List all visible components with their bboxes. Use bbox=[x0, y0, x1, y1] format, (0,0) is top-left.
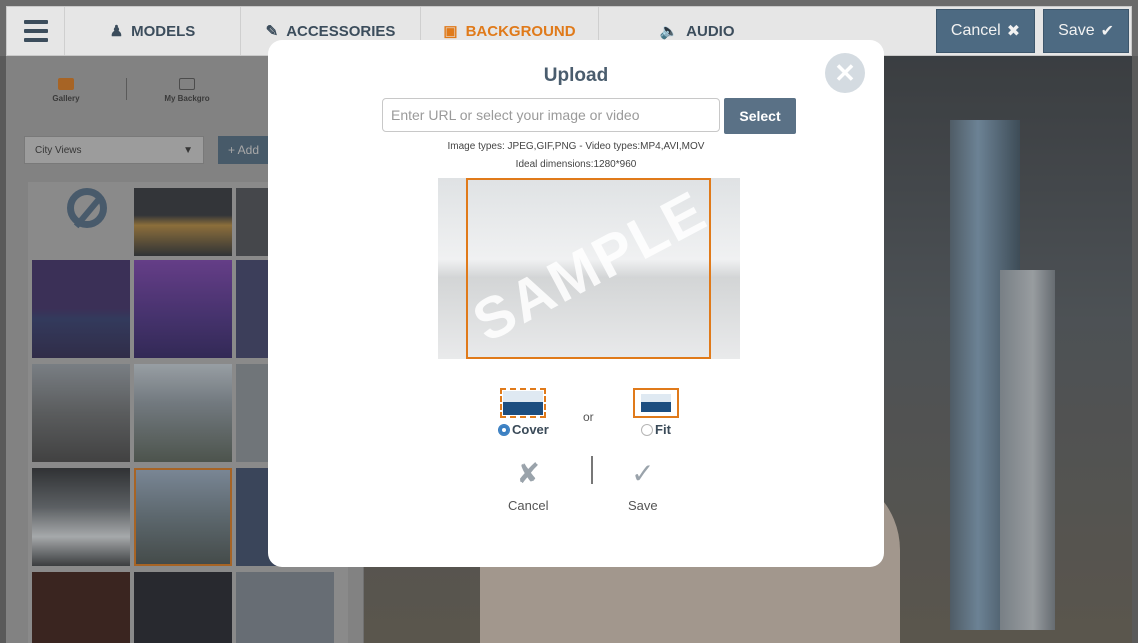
speaker-icon: 🔈 bbox=[659, 23, 679, 40]
upload-dialog: Upload ✕ Select Image types: JPEG,GIF,PN… bbox=[268, 40, 884, 567]
fit-label: Fit bbox=[655, 422, 671, 437]
cover-image-icon bbox=[500, 388, 547, 418]
fit-radio[interactable] bbox=[641, 423, 654, 436]
crop-frame[interactable] bbox=[466, 178, 711, 359]
dialog-cancel-label: Cancel bbox=[508, 498, 549, 513]
mode-fit[interactable]: Fit bbox=[633, 388, 679, 437]
person-icon: ♟ bbox=[109, 23, 124, 40]
mode-cover[interactable]: Cover bbox=[498, 388, 549, 437]
dialog-save-label: Save bbox=[628, 498, 658, 513]
select-file-button[interactable]: Select bbox=[724, 98, 796, 134]
top-save-label: Save bbox=[1058, 22, 1095, 39]
top-save-button[interactable]: Save ✔ bbox=[1043, 9, 1129, 53]
tab-models[interactable]: ♟ MODELS bbox=[65, 7, 241, 55]
check-icon: ✔ bbox=[1100, 23, 1114, 40]
or-label: or bbox=[583, 410, 594, 424]
cover-radio[interactable] bbox=[498, 423, 510, 436]
image-icon: ▣ bbox=[443, 23, 458, 40]
url-input[interactable] bbox=[382, 98, 720, 132]
dialog-title: Upload bbox=[543, 65, 609, 86]
dimensions-hint: Ideal dimensions:1280*960 bbox=[515, 159, 637, 170]
tab-models-label: MODELS bbox=[131, 22, 196, 40]
dialog-save-button[interactable]: ✓ Save bbox=[628, 458, 658, 513]
cover-label: Cover bbox=[512, 422, 549, 437]
menu-icon[interactable] bbox=[7, 7, 65, 55]
top-cancel-label: Cancel bbox=[950, 22, 1001, 39]
top-cancel-button[interactable]: Cancel ✖ bbox=[935, 9, 1036, 53]
save-check-icon: ✓ bbox=[631, 458, 655, 489]
close-icon[interactable]: ✕ bbox=[825, 53, 865, 93]
wand-icon: ✎ bbox=[265, 23, 279, 40]
tab-background-label: BACKGROUND bbox=[465, 22, 576, 40]
top-actions: Cancel ✖ Save ✔ bbox=[935, 7, 1131, 55]
close-icon: ✖ bbox=[1006, 23, 1021, 40]
fit-image-icon bbox=[633, 388, 679, 418]
tab-accessories-label: ACCESSORIES bbox=[286, 22, 396, 40]
dialog-cancel-button[interactable]: ✘ Cancel bbox=[508, 458, 548, 513]
tab-audio-label: AUDIO bbox=[686, 22, 735, 40]
file-types-hint: Image types: JPEG,GIF,PNG - Video types:… bbox=[447, 141, 705, 152]
cancel-x-icon: ✘ bbox=[516, 458, 540, 489]
action-divider bbox=[591, 456, 593, 484]
